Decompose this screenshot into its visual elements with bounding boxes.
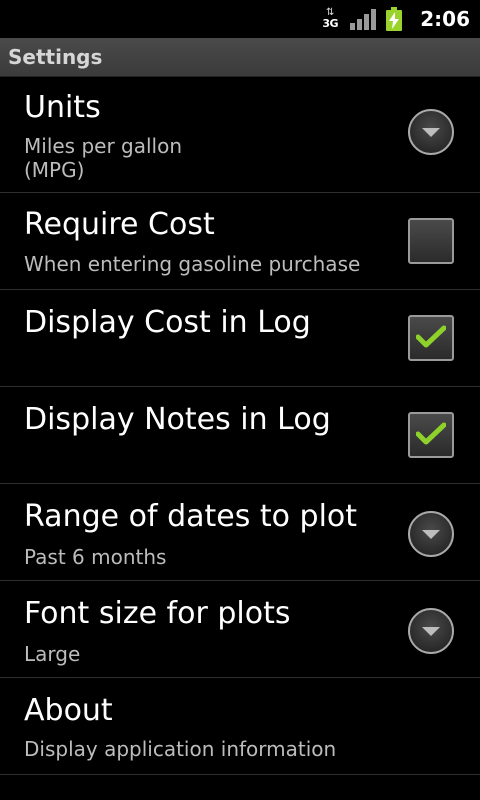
screen-title: Settings	[8, 45, 103, 69]
pref-range-of-dates[interactable]: Range of dates to plot Past 6 months	[0, 484, 480, 581]
title-bar: Settings	[0, 38, 480, 77]
display-cost-checkbox[interactable]	[408, 315, 454, 361]
network-3g-icon: ⇅ 3G	[320, 5, 340, 33]
pref-title: Font size for plots	[24, 596, 291, 631]
pref-summary: When entering gasoline purchase	[24, 252, 361, 276]
pref-title: About	[24, 693, 113, 728]
clock: 2:06	[420, 7, 470, 31]
pref-display-notes[interactable]: Display Notes in Log	[0, 387, 480, 484]
pref-summary: Past 6 months	[24, 545, 167, 569]
pref-title: Display Cost in Log	[24, 305, 311, 340]
pref-display-cost[interactable]: Display Cost in Log	[0, 290, 480, 387]
pref-summary: Miles per gallon (MPG)	[24, 134, 183, 182]
status-icons: ⇅ 3G 2:06	[320, 0, 470, 38]
network-type-label: 3G	[322, 17, 339, 30]
pref-title: Require Cost	[24, 207, 215, 242]
pref-title: Units	[24, 90, 101, 125]
pref-summary: Display application information	[24, 737, 337, 761]
display-notes-checkbox[interactable]	[408, 412, 454, 458]
dropdown-arrow-icon[interactable]	[408, 608, 454, 654]
checkmark-icon	[416, 422, 446, 445]
dropdown-arrow-icon[interactable]	[408, 511, 454, 557]
checkmark-icon	[416, 325, 446, 348]
pref-summary: Large	[24, 642, 81, 666]
pref-font-size[interactable]: Font size for plots Large	[0, 581, 480, 678]
battery-charging-icon	[386, 7, 403, 31]
pref-about[interactable]: About Display application information	[0, 678, 480, 775]
pref-require-cost[interactable]: Require Cost When entering gasoline purc…	[0, 193, 480, 290]
dropdown-arrow-icon[interactable]	[408, 109, 454, 155]
pref-title: Display Notes in Log	[24, 402, 331, 437]
signal-icon	[350, 8, 377, 30]
pref-units[interactable]: Units Miles per gallon (MPG)	[0, 76, 480, 193]
status-bar: ⇅ 3G 2:06	[0, 0, 480, 38]
require-cost-checkbox[interactable]	[408, 218, 454, 264]
pref-title: Range of dates to plot	[24, 499, 358, 534]
preferences-list: Units Miles per gallon (MPG) Require Cos…	[0, 76, 480, 775]
